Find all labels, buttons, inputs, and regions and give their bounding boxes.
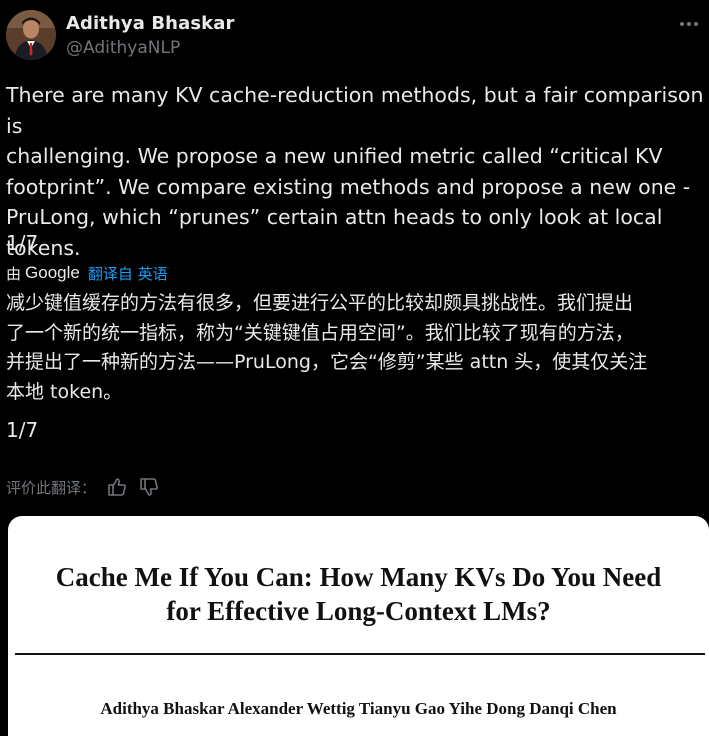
tweet-header: Adithya Bhaskar @AdithyaNLP [0,0,709,70]
rate-translation-label: 评价此翻译： [6,478,97,497]
translated-from-link[interactable]: 翻译自 英语 [88,263,168,284]
translated-text: 减少键值缓存的方法有很多，但要进行公平的比较却颇具挑战性。我们提出 了一个新的统… [6,292,648,403]
translated-thread-counter: 1/7 [6,418,39,442]
author-name[interactable]: Adithya Bhaskar [66,13,234,34]
translated-by-label: 由 [6,264,22,283]
google-label: Google [25,263,80,282]
avatar[interactable] [6,10,56,60]
thread-counter: 1/7 [6,231,39,255]
more-horizontal-icon[interactable] [677,14,701,34]
rate-translation: 评价此翻译： [6,475,170,499]
thumbs-up-icon[interactable] [106,476,128,498]
author-handle[interactable]: @AdithyaNLP [66,38,180,58]
translation-attribution: 由 Google 翻译自 英语 [6,262,168,284]
paper-title: Cache Me If You Can: How Many KVs Do You… [55,562,662,626]
tweet-text: There are many KV cache-reduction method… [6,83,704,260]
thumbs-down-icon[interactable] [138,476,160,498]
paper-authors: Adithya Bhaskar Alexander Wettig Tianyu … [100,699,617,718]
paper-title-rule [15,653,705,655]
paper-image[interactable]: Cache Me If You Can: How Many KVs Do You… [8,516,709,736]
